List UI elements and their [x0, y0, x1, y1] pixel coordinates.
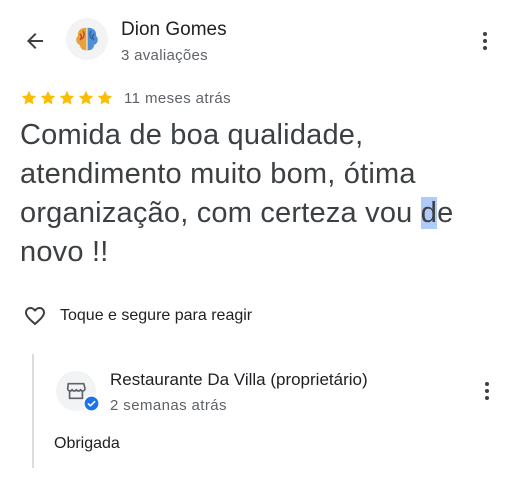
- reply-time-ago: 2 semanas atrás: [110, 397, 227, 414]
- reviewer-avatar[interactable]: [66, 18, 108, 60]
- verified-check-icon: [84, 396, 99, 411]
- reply-text: Obrigada: [54, 435, 120, 452]
- star-rating: [20, 89, 114, 107]
- review-header: Dion Gomes 3 avaliações: [0, 0, 520, 82]
- verified-badge: [83, 395, 100, 412]
- back-button[interactable]: [20, 26, 50, 56]
- star-icon: [59, 90, 75, 105]
- brain-avatar-image: [76, 27, 98, 51]
- more-vert-icon: [485, 382, 489, 386]
- star-icon: [40, 90, 56, 105]
- review-time-ago: 11 meses atrás: [124, 89, 232, 107]
- heart-outline-icon: [25, 307, 45, 326]
- review-text-part: Comida de boa qualidade, atendimento mui…: [20, 119, 421, 229]
- star-icon: [97, 90, 113, 105]
- review-more-options-button[interactable]: [473, 24, 497, 58]
- selected-text[interactable]: d: [420, 197, 438, 229]
- reviewer-review-count: 3 avaliações: [121, 47, 208, 64]
- more-vert-icon: [483, 32, 487, 36]
- react-label: Toque e segure para reagir: [60, 307, 253, 324]
- reply-more-options-button[interactable]: [475, 374, 499, 408]
- rating-row: 11 meses atrás: [20, 87, 231, 109]
- owner-name: Restaurante Da Villa (proprietário): [110, 370, 368, 389]
- review-text[interactable]: Comida de boa qualidade, atendimento mui…: [20, 116, 490, 272]
- react-button[interactable]: Toque e segure para reagir: [22, 302, 252, 330]
- arrow-back-icon: [27, 33, 43, 49]
- reviewer-name[interactable]: Dion Gomes: [121, 19, 227, 41]
- star-icon: [78, 90, 94, 105]
- owner-reply: Restaurante Da Villa (proprietário) 2 se…: [32, 354, 520, 468]
- star-icon: [21, 90, 37, 105]
